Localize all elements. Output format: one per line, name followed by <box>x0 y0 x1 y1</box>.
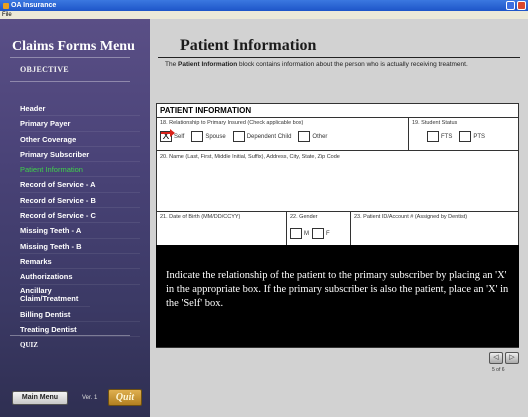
relationship-options: X Self Spouse Dependent Child Other <box>160 131 334 142</box>
close-button[interactable] <box>517 1 526 10</box>
window-controls <box>506 1 526 10</box>
menu-file[interactable]: File <box>2 12 12 18</box>
field-20-label: 20. Name (Last, First, Middle Initial, S… <box>160 154 340 160</box>
field-22-cell: 22. Gender M F <box>287 212 351 246</box>
field-21-cell: 21. Date of Birth (MM/DD/CCYY) <box>157 212 287 246</box>
sidebar-item-record-of-service-c[interactable]: Record of Service - C <box>20 208 140 224</box>
sidebar-item-missing-teeth-b[interactable]: Missing Teeth - B <box>20 239 140 254</box>
page-indicator: 5 of 6 <box>492 367 505 373</box>
field-23-cell: 23. Patient ID/Account # (Assigned by De… <box>351 212 518 246</box>
sidebar-nav: Header Primary Payer Other Coverage Prim… <box>20 101 140 338</box>
gender-options: M F <box>290 228 337 239</box>
male-checkbox[interactable] <box>290 228 302 239</box>
form-header: PATIENT INFORMATION <box>157 104 518 118</box>
sidebar-title: Claims Forms Menu <box>12 39 135 54</box>
male-label: M <box>304 230 309 237</box>
main-content: Patient Information The Patient Informat… <box>150 19 528 417</box>
pts-label: PTS <box>473 133 486 140</box>
instruction-panel: Indicate the relationship of the patient… <box>156 245 519 347</box>
field-18-cell: 18. Relationship to Primary Insured (Che… <box>157 118 409 151</box>
fts-checkbox[interactable] <box>427 131 439 142</box>
page-description: The Patient Information block contains i… <box>165 61 505 69</box>
description-bold: Patient Information <box>178 61 238 68</box>
fts-label: FTS <box>441 133 453 140</box>
sidebar-item-billing-dentist[interactable]: Billing Dentist <box>20 307 140 322</box>
sidebar-item-primary-subscriber[interactable]: Primary Subscriber <box>20 147 140 163</box>
divider <box>10 81 130 82</box>
previous-page-button[interactable]: ◁ <box>489 352 503 364</box>
page-title: Patient Information <box>180 37 317 54</box>
window-titlebar: OA Insurance <box>0 0 528 11</box>
pts-checkbox[interactable] <box>459 131 472 142</box>
description-text: The <box>165 61 179 68</box>
form-row-name-address: 20. Name (Last, First, Middle Initial, S… <box>157 152 518 212</box>
student-status-options: FTS PTS <box>427 131 492 142</box>
minimize-button[interactable] <box>506 1 515 10</box>
main-menu-button[interactable]: Main Menu <box>12 391 68 405</box>
app-icon <box>3 2 9 9</box>
field-22-label: 22. Gender <box>290 214 318 220</box>
field-21-label: 21. Date of Birth (MM/DD/CCYY) <box>160 214 241 220</box>
field-19-cell: 19. Student Status FTS PTS <box>409 118 518 151</box>
other-label: Other <box>312 133 328 140</box>
sidebar-item-missing-teeth-a[interactable]: Missing Teeth - A <box>20 223 140 239</box>
sidebar: Claims Forms Menu OBJECTIVE Header Prima… <box>0 19 150 417</box>
menubar: File <box>0 11 528 19</box>
divider <box>10 335 130 336</box>
sidebar-item-remarks[interactable]: Remarks <box>20 254 140 270</box>
dependent-child-checkbox[interactable] <box>232 131 245 142</box>
sidebar-item-quiz[interactable]: QUIZ <box>20 341 38 349</box>
instruction-text: Indicate the relationship of the patient… <box>166 270 509 309</box>
dependent-child-label: Dependent Child <box>246 133 292 140</box>
sidebar-item-record-of-service-a[interactable]: Record of Service - A <box>20 177 140 193</box>
field-18-label: 18. Relationship to Primary Insured (Che… <box>160 120 304 126</box>
female-label: F <box>326 230 330 237</box>
red-arrow-icon <box>161 129 175 137</box>
divider <box>10 57 130 58</box>
page-navigation: ◁ ▷ <box>489 352 519 364</box>
sidebar-item-authorizations[interactable]: Authorizations <box>20 269 140 285</box>
field-19-label: 19. Student Status <box>412 120 458 126</box>
sidebar-item-patient-information[interactable]: Patient Information <box>20 162 140 178</box>
sidebar-item-header[interactable]: Header <box>20 101 140 117</box>
spouse-checkbox[interactable] <box>191 131 204 142</box>
quit-button[interactable]: Quit <box>108 389 142 406</box>
sidebar-item-ancillary-claim[interactable]: Ancillary Claim/Treatment <box>20 285 90 307</box>
next-page-button[interactable]: ▷ <box>505 352 519 364</box>
divider <box>158 57 520 58</box>
spouse-label: Spouse <box>205 133 226 140</box>
female-checkbox[interactable] <box>312 228 324 239</box>
window-title: OA Insurance <box>11 2 57 9</box>
form-row-dob-gender-id: 21. Date of Birth (MM/DD/CCYY) 22. Gende… <box>157 212 518 246</box>
sidebar-item-primary-payer[interactable]: Primary Payer <box>20 116 140 132</box>
form-row-relationship: 18. Relationship to Primary Insured (Che… <box>157 118 518 151</box>
self-label: Self <box>174 133 185 140</box>
sidebar-item-other-coverage[interactable]: Other Coverage <box>20 132 140 147</box>
field-23-label: 23. Patient ID/Account # (Assigned by De… <box>354 214 468 220</box>
sidebar-item-record-of-service-b[interactable]: Record of Service - B <box>20 193 140 209</box>
description-text: block contains information about the per… <box>237 61 468 68</box>
other-checkbox[interactable] <box>298 131 311 142</box>
sidebar-item-objective[interactable]: OBJECTIVE <box>20 65 69 74</box>
version-label: Ver. 1 <box>82 395 98 401</box>
